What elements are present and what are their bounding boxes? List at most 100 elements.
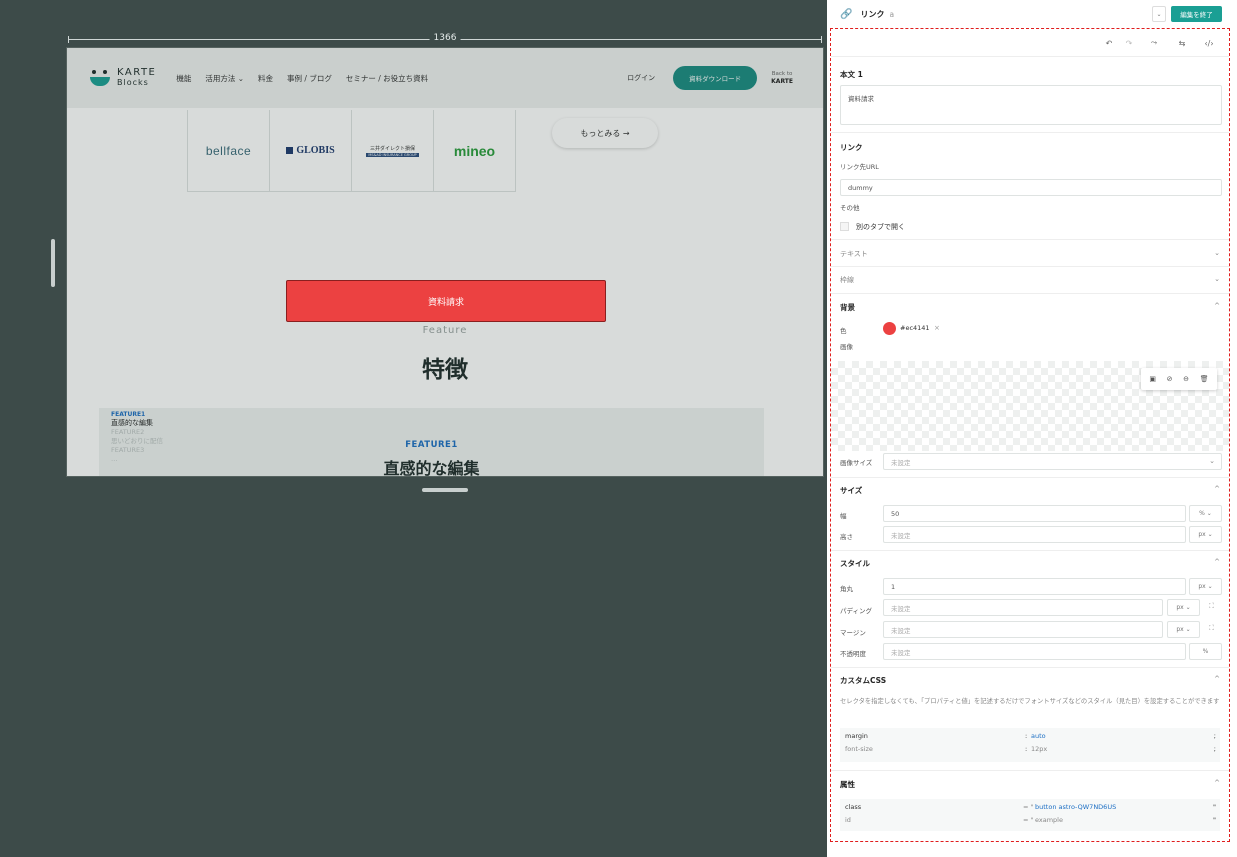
margin-input[interactable]: 未設定 [883,621,1163,638]
properties-panel: 🔗 リンク a ⌄ 編集を終了 ↶ ↷ ⤳ ⇆ ‹/› 本文 1 資料請求 リン… [827,0,1237,857]
logo-mineo: mineo [453,142,496,159]
width-input[interactable]: 50 [883,505,1186,522]
site-logo[interactable]: KARTE Blocks [89,68,156,88]
radius-input[interactable]: 1 [883,578,1186,595]
attributes-editor[interactable]: class = " button astro-QW7ND6US " id = "… [840,799,1220,831]
image-link-icon[interactable]: ⊘ [1167,375,1173,383]
nav-item-features[interactable]: 機能 [176,73,191,84]
code-icon[interactable]: ‹/› [1202,36,1216,50]
download-button[interactable]: 資料ダウンロード [673,66,758,90]
height-unit-select[interactable]: px ⌄ [1189,526,1222,543]
nav-item-seminars[interactable]: セミナー / お役立ち資料 [346,73,428,84]
chevron-down-icon[interactable]: ⌄ [1214,275,1220,283]
panel-body: ↶ ↷ ⤳ ⇆ ‹/› 本文 1 資料請求 リンク リンク先URL dummy … [830,28,1230,842]
chevron-up-icon[interactable]: ^ [1214,675,1220,683]
width-ruler: 1366 [68,33,822,46]
feature-tab-value: 直感的な編集 [111,419,153,427]
custom-css-section-title: カスタムCSS [840,676,887,685]
link-other-label: その他 [840,204,860,212]
attribute-value: example [1035,816,1063,824]
nav-item-cases[interactable]: 事例 / ブログ [287,73,332,84]
margin-unit-select[interactable]: px ⌄ [1167,621,1200,638]
redo-icon[interactable]: ↷ [1122,36,1136,50]
background-section-title: 背景 [840,303,855,312]
nav-item-usage[interactable]: 活用方法 ⌄ [205,73,244,84]
bg-color-value[interactable]: #ec4141 [900,324,930,332]
logo-main-text: KARTE [117,67,157,78]
preview-frame: KARTE Blocks 機能 活用方法 ⌄ 料金 事例 / ブログ セミナー … [66,47,824,477]
selected-link-button[interactable]: 資料請求 [286,280,606,322]
feature-section: FEATURE1 直感的な編集 FEATURE2 思いどおりに配信 FEATUR… [99,408,764,476]
css-colon: : [1025,732,1028,740]
finish-editing-button[interactable]: 編集を終了 [1171,6,1222,22]
link-url-input[interactable]: dummy [840,179,1222,196]
attribute-name: id [845,816,851,824]
resize-handle-bottom[interactable] [422,488,468,492]
clear-color-icon[interactable]: × [934,324,940,332]
nav-item-pricing[interactable]: 料金 [258,73,273,84]
image-reset-icon[interactable]: ⊖ [1183,375,1189,383]
panel-toolbar: ↶ ↷ ⤳ ⇆ ‹/› [831,29,1229,57]
padding-unit-select[interactable]: px ⌄ [1167,599,1200,616]
new-tab-label: 別のタブで開く [856,223,905,231]
more-button[interactable]: もっとみる → [552,118,658,148]
trash-icon[interactable]: 🗑 [1200,375,1209,383]
logo-mitsui-direct: 三井ダイレクト損保 MS&AD INSURANCE GROUP [366,145,419,157]
image-size-select[interactable]: 未設定 [883,453,1222,470]
chevron-down-icon[interactable]: ⌄ [1214,249,1220,257]
feature-heading-en: Feature [422,325,468,336]
login-link[interactable]: ログイン [627,73,655,83]
body-text-input[interactable]: 資料請求 [840,85,1222,125]
height-input[interactable]: 未設定 [883,526,1186,543]
custom-css-help: セレクタを指定しなくても、「プロパティと値」を記述するだけでフォントサイズなどの… [840,698,1220,705]
feature-tab-key: FEATURE1 [111,411,146,418]
bg-color-swatch[interactable] [883,322,896,335]
height-label: 高さ [840,533,853,541]
site-header: KARTE Blocks 機能 活用方法 ⌄ 料金 事例 / ブログ セミナー … [67,48,823,108]
padding-input[interactable]: 未設定 [883,599,1163,616]
new-tab-checkbox[interactable] [840,222,849,231]
expand-icon[interactable]: ⛶ [1209,602,1214,611]
opacity-label: 不透明度 [840,650,866,658]
undo-icon[interactable]: ↶ [1102,36,1116,50]
css-row[interactable]: margin : auto ; [840,732,1220,744]
feature-tab-key: FEATURE2 [111,428,145,436]
attributes-section-title: 属性 [840,780,855,789]
bg-image-label: 画像 [840,343,853,351]
share-icon[interactable]: ⤳ [1147,36,1161,50]
attribute-value: button astro-QW7ND6US [1035,803,1117,811]
options-dropdown-button[interactable]: ⌄ [1152,6,1166,22]
chevron-down-icon[interactable]: ⌄ [1209,457,1215,465]
image-select-icon[interactable]: ▣ [1149,375,1156,383]
attribute-row[interactable]: id = " example " [840,816,1220,828]
chevron-up-icon[interactable]: ^ [1214,302,1220,310]
swap-icon[interactable]: ⇆ [1175,36,1189,50]
chevron-up-icon[interactable]: ^ [1214,558,1220,566]
attribute-name: class [845,803,862,811]
style-section-title: スタイル [840,559,870,568]
feature-tab-1[interactable]: FEATURE1 直感的な編集 [111,410,163,428]
css-row[interactable]: font-size : 12px ; [840,745,1220,757]
chevron-up-icon[interactable]: ^ [1214,485,1220,493]
back-to-karte-link[interactable]: Back to KARTE [771,70,793,86]
chevron-up-icon[interactable]: ^ [1214,779,1220,787]
back-line1: Back to [771,71,793,77]
width-unit-select[interactable]: % ⌄ [1189,505,1222,522]
attribute-equals: = " [1023,816,1034,824]
link-url-label: リンク先URL [840,163,879,171]
feature-detail-key: FEATURE1 [405,440,458,450]
expand-icon[interactable]: ⛶ [1209,624,1214,633]
panel-header: 🔗 リンク a ⌄ 編集を終了 [827,0,1237,28]
css-prop: font-size [845,745,873,753]
bg-color-label: 色 [840,327,847,335]
element-tag: a [889,9,895,19]
radius-unit-select[interactable]: px ⌄ [1189,578,1222,595]
resize-handle-left[interactable] [51,239,55,287]
text-section-header[interactable]: テキスト [840,249,868,259]
logo-bellface: bellface [205,143,252,158]
border-section-header[interactable]: 枠線 [840,275,854,285]
opacity-input[interactable]: 未設定 [883,643,1186,660]
custom-css-editor[interactable]: margin : auto ; font-size : 12px ; [840,728,1220,762]
attribute-row[interactable]: class = " button astro-QW7ND6US " [840,803,1220,815]
panel-title: リンク [860,9,885,19]
